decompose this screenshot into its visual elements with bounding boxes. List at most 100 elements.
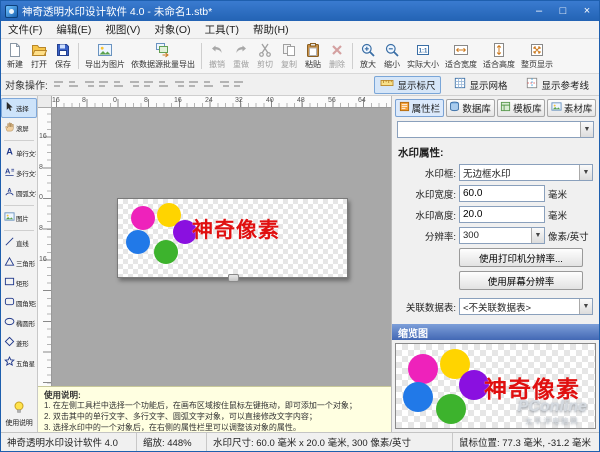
tool-star[interactable]: 五角星 <box>1 353 37 373</box>
watermark-circle-blue[interactable] <box>126 230 150 254</box>
object-selector-combobox[interactable]: ▼ <box>397 121 594 138</box>
resolution-select[interactable]: 300 ▼ <box>459 227 545 244</box>
minimize-button[interactable]: – <box>527 1 551 21</box>
tab-properties[interactable]: 属性栏 <box>395 99 444 117</box>
menu-view[interactable]: 视图(V) <box>98 21 147 38</box>
tool-arc-text[interactable]: A 圆弧文字 <box>1 183 37 203</box>
align-top-button[interactable] <box>97 76 112 93</box>
new-button[interactable]: 新建 <box>3 40 27 72</box>
help-box-line: 3. 选择水印中的一个对象后，在右侧的属性栏里可以调整该对象的属性。 <box>44 422 301 432</box>
menu-file[interactable]: 文件(F) <box>1 21 49 38</box>
zoom-out-button[interactable]: 缩小 <box>380 40 404 72</box>
space-vertical-button[interactable] <box>202 76 217 93</box>
data-table-label: 关联数据表: <box>405 302 456 314</box>
export-image-button[interactable]: 导出为图片 <box>82 40 128 72</box>
cursor-icon <box>4 101 15 115</box>
same-size-icon <box>174 80 185 89</box>
fit-height-button[interactable]: 适合高度 <box>480 40 518 72</box>
fit-page-button[interactable]: 整页显示 <box>518 40 556 72</box>
delete-button[interactable]: 删除 <box>325 40 349 72</box>
use-printer-resolution-button[interactable]: 使用打印机分辨率... <box>459 248 583 267</box>
batch-export-button[interactable]: 依数据源批量导出 <box>128 40 198 72</box>
same-width-button[interactable] <box>142 76 157 93</box>
use-screen-resolution-button[interactable]: 使用屏幕分辨率 <box>459 271 583 290</box>
menu-help[interactable]: 帮助(H) <box>246 21 296 38</box>
tool-rectangle[interactable]: 矩形 <box>1 273 37 293</box>
watermark-circle-magenta[interactable] <box>131 206 155 230</box>
toolbar-separator <box>201 43 202 69</box>
chevron-down-icon: ▼ <box>579 299 592 314</box>
menu-object[interactable]: 对象(O) <box>147 21 197 38</box>
center-horizontal-button[interactable] <box>217 76 232 93</box>
open-folder-icon <box>31 42 47 58</box>
line-icon <box>4 236 15 250</box>
menu-tools[interactable]: 工具(T) <box>198 21 246 38</box>
cut-button[interactable]: 剪切 <box>253 40 277 72</box>
watermark-artboard[interactable]: 神奇像素 <box>117 198 348 282</box>
maximize-button[interactable]: □ <box>551 1 575 21</box>
show-guides-toggle[interactable]: 显示参考线 <box>520 76 595 94</box>
tool-rounded-rectangle[interactable]: 圆角矩形 <box>1 293 37 313</box>
zoom-in-button[interactable]: 放大 <box>356 40 380 72</box>
align-left-button[interactable] <box>52 76 67 93</box>
preview-circle-green <box>436 394 466 424</box>
svg-text:A: A <box>5 166 11 175</box>
tab-database[interactable]: 数据库 <box>445 99 495 117</box>
show-ruler-toggle[interactable]: 显示标尺 <box>374 75 442 94</box>
tool-triangle[interactable]: 三角形 <box>1 253 37 273</box>
space-horizontal-button[interactable] <box>187 76 202 93</box>
app-window: 神奇透明水印设计软件 4.0 - 未命名1.stb* – □ × 文件(F) 编… <box>0 0 600 452</box>
save-button[interactable]: 保存 <box>51 40 75 72</box>
same-height-button[interactable] <box>157 76 172 93</box>
watermark-text[interactable]: 神奇像素 <box>192 214 280 244</box>
undo-button[interactable]: 撤销 <box>205 40 229 72</box>
ellipse-icon <box>4 316 15 330</box>
center-vertical-button[interactable] <box>232 76 247 93</box>
rounded-rectangle-icon <box>4 296 15 310</box>
center-vertical-icon <box>234 80 245 89</box>
delete-icon <box>329 42 345 58</box>
tool-line[interactable]: 直线 <box>1 233 37 253</box>
watermark-width-input[interactable] <box>459 185 545 202</box>
copy-button[interactable]: 复制 <box>277 40 301 72</box>
rectangle-icon <box>4 276 15 290</box>
artboard-resize-handle[interactable] <box>228 274 239 282</box>
tool-image[interactable]: 图片 <box>1 208 37 228</box>
canvas-viewport[interactable]: 神奇像素 <box>52 108 391 386</box>
paste-button[interactable]: 粘贴 <box>301 40 325 72</box>
data-table-select[interactable]: <不关联数据表> ▼ <box>459 298 593 315</box>
help-box-title: 使用说明: <box>44 390 81 400</box>
redo-icon <box>233 42 249 58</box>
menu-edit[interactable]: 编辑(E) <box>49 21 98 38</box>
guide-icon <box>526 77 538 92</box>
fit-width-button[interactable]: 适合宽度 <box>442 40 480 72</box>
export-image-icon <box>97 42 113 58</box>
open-button[interactable]: 打开 <box>27 40 51 72</box>
watermark-frame-select[interactable]: 无边框水印 ▼ <box>459 164 593 181</box>
align-middle-button[interactable] <box>112 76 127 93</box>
close-button[interactable]: × <box>575 1 599 21</box>
align-right-button[interactable] <box>82 76 97 93</box>
watermark-circle-green[interactable] <box>154 240 178 264</box>
pconline-brand-subtext: 太平洋电脑网 <box>525 418 580 425</box>
redo-button[interactable]: 重做 <box>229 40 253 72</box>
help-box-line: 1. 在左侧工具栏中选择一个功能后，在画布区域按住鼠标左键拖动，即可添加一个对象… <box>44 401 357 410</box>
tool-single-line-text[interactable]: A 单行文字 <box>1 143 37 163</box>
show-grid-toggle[interactable]: 显示网格 <box>448 76 513 94</box>
tool-select[interactable]: 选择 <box>1 98 37 118</box>
actual-size-button[interactable]: 1:1 实际大小 <box>404 40 442 72</box>
watermark-height-input[interactable] <box>459 206 545 223</box>
tab-materials[interactable]: 素材库 <box>547 99 596 117</box>
canvas-area[interactable]: 16 8 0 8 16 24 32 40 48 56 64 16 8 0 8 16 神奇像素 <box>38 96 391 386</box>
tool-pan[interactable]: 滚屏 <box>1 118 37 138</box>
tool-ellipse[interactable]: 椭圆形 <box>1 313 37 333</box>
same-size-button[interactable] <box>172 76 187 93</box>
usage-help-button[interactable]: 使用说明 <box>1 398 37 432</box>
align-bottom-button[interactable] <box>127 76 142 93</box>
tool-diamond[interactable]: 菱形 <box>1 333 37 353</box>
title-bar: 神奇透明水印设计软件 4.0 - 未命名1.stb* – □ × <box>1 1 599 21</box>
tab-templates[interactable]: 模板库 <box>496 99 546 117</box>
align-center-button[interactable] <box>67 76 82 93</box>
cut-icon <box>257 42 273 58</box>
tool-multi-line-text[interactable]: A 多行文字 <box>1 163 37 183</box>
